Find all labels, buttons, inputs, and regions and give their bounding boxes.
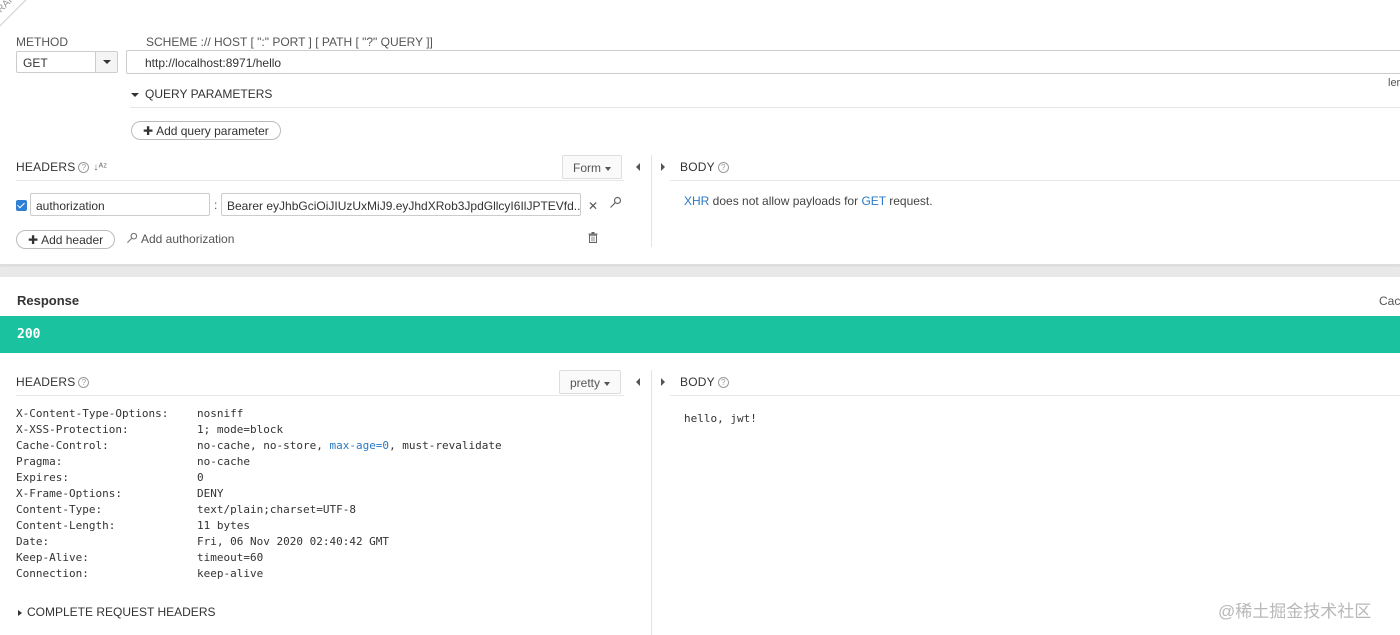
chevron-down-icon — [131, 92, 139, 97]
divider — [16, 395, 624, 396]
body-note-text: does not allow payloads for — [709, 194, 862, 208]
complete-request-headers-toggle[interactable]: COMPLETE REQUEST HEADERS — [18, 605, 215, 619]
response-body-title: BODY? — [680, 375, 729, 389]
complete-request-headers-label: COMPLETE REQUEST HEADERS — [27, 605, 216, 619]
chevron-right-icon — [18, 609, 22, 616]
key-icon[interactable] — [609, 196, 622, 209]
header-value: 0 — [197, 471, 204, 484]
response-body-label: BODY — [680, 375, 715, 389]
collapse-left-icon[interactable] — [636, 163, 640, 171]
header-key: Pragma: — [16, 455, 63, 468]
response-mode-button[interactable]: pretty — [559, 370, 622, 394]
header-key: X-Content-Type-Options: — [16, 407, 169, 420]
response-panel: Response Cac 200 HEADERS? pretty BODY? X… — [0, 277, 1400, 635]
divider — [670, 180, 1400, 181]
headers-mode-label: Form — [573, 161, 601, 175]
add-authorization-link[interactable]: Add authorization — [126, 232, 234, 246]
collapse-right-icon[interactable] — [661, 163, 665, 171]
add-query-parameter-button[interactable]: ✚ Add query parameter — [131, 121, 281, 140]
header-value: 1; mode=block — [197, 423, 284, 436]
header-value: keep-alive — [197, 567, 264, 580]
header-key: Keep-Alive: — [16, 551, 89, 564]
request-panel: DRAFT METHOD GET SCHEME :// HOST [ ":" P… — [0, 0, 1400, 265]
add-authorization-label: Add authorization — [141, 232, 235, 246]
header-key: Expires: — [16, 471, 69, 484]
add-header-label: Add header — [41, 233, 104, 247]
method-dropdown-button[interactable] — [95, 52, 117, 72]
request-body-title: BODY? — [680, 160, 729, 174]
split-divider[interactable] — [651, 370, 652, 635]
sort-icon[interactable]: ↓ᴬᶻ — [93, 162, 107, 173]
query-parameters-toggle[interactable]: QUERY PARAMETERS — [131, 87, 272, 101]
add-query-parameter-label: Add query parameter — [156, 124, 269, 138]
max-age-link[interactable]: max-age=0 — [329, 439, 389, 452]
header-key: Content-Type: — [16, 503, 103, 516]
header-value: text/plain;charset=UTF-8 — [197, 503, 356, 516]
response-headers-title: HEADERS? — [16, 375, 90, 389]
chevron-down-icon — [605, 166, 611, 171]
status-code: 200 — [17, 327, 41, 342]
header-value: no-cache, no-store, max-age=0, must-reva… — [197, 439, 502, 452]
header-value-input[interactable]: Bearer eyJhbGciOiJIUzUxMiJ9.eyJhdXRob3Jp… — [221, 193, 581, 216]
request-headers-label: HEADERS — [16, 160, 76, 174]
request-body-label: BODY — [680, 160, 715, 174]
header-value: no-cache — [197, 455, 250, 468]
key-icon — [126, 232, 138, 244]
header-key: Connection: — [16, 567, 89, 580]
cache-label: Cac — [1379, 294, 1400, 308]
header-value-part: no-cache, no-store, — [197, 439, 330, 452]
help-icon[interactable]: ? — [78, 377, 90, 389]
header-separator: : — [214, 198, 218, 212]
header-value: nosniff — [197, 407, 244, 420]
method-value: GET — [23, 56, 48, 70]
header-key: Content-Length: — [16, 519, 116, 532]
status-bar: 200 — [0, 316, 1400, 353]
header-value: 11 bytes — [197, 519, 250, 532]
url-label: SCHEME :// HOST [ ":" PORT ] [ PATH [ "?… — [146, 35, 433, 49]
headers-mode-button[interactable]: Form — [562, 155, 622, 179]
chevron-down-icon — [604, 381, 611, 386]
body-note-end: request. — [885, 194, 933, 208]
url-input[interactable]: http://localhost:8971/hello — [126, 50, 1400, 74]
response-headers-label: HEADERS — [16, 375, 76, 389]
plus-icon: ✚ — [143, 124, 154, 138]
header-value-tail: , must-revalidate — [389, 439, 502, 452]
watermark: @稀土掘金技术社区 — [1218, 602, 1372, 621]
method-select[interactable]: GET — [16, 51, 118, 73]
method-label: METHOD — [16, 35, 68, 49]
remove-header-icon[interactable]: ✕ — [588, 199, 598, 213]
header-key-input[interactable]: authorization — [30, 193, 210, 216]
split-divider[interactable] — [651, 155, 652, 247]
divider — [670, 395, 1400, 396]
header-value: Fri, 06 Nov 2020 02:40:42 GMT — [197, 535, 390, 548]
response-mode-label: pretty — [570, 376, 601, 390]
help-icon[interactable]: ? — [717, 162, 729, 174]
draft-ribbon: DRAFT — [0, 0, 35, 34]
header-value: timeout=60 — [197, 551, 264, 564]
query-parameters-label: QUERY PARAMETERS — [145, 87, 273, 101]
add-header-button[interactable]: ✚ Add header — [16, 230, 116, 249]
header-value: DENY — [197, 487, 224, 500]
header-key: Date: — [16, 535, 50, 548]
plus-icon: ✚ — [28, 233, 39, 247]
chevron-down-icon — [103, 60, 111, 64]
divider — [130, 107, 1400, 108]
header-key: Cache-Control: — [16, 439, 109, 452]
length-label: ler — [1388, 77, 1400, 89]
help-icon[interactable]: ? — [78, 162, 90, 174]
collapse-left-icon[interactable] — [636, 378, 640, 386]
header-key: X-Frame-Options: — [16, 487, 122, 500]
response-body-text: hello, jwt! — [684, 412, 757, 425]
response-title: Response — [17, 293, 80, 308]
trash-icon[interactable] — [588, 232, 598, 243]
request-headers-title: HEADERS? ↓ᴬᶻ — [16, 160, 107, 174]
collapse-right-icon[interactable] — [661, 378, 665, 386]
divider — [16, 180, 624, 181]
header-key: X-XSS-Protection: — [16, 423, 129, 436]
header-enabled-checkbox[interactable] — [16, 200, 27, 211]
body-note: XHR does not allow payloads for GET requ… — [684, 194, 933, 208]
get-method-link[interactable]: GET — [861, 194, 885, 208]
xhr-link[interactable]: XHR — [684, 194, 709, 208]
help-icon[interactable]: ? — [717, 377, 729, 389]
